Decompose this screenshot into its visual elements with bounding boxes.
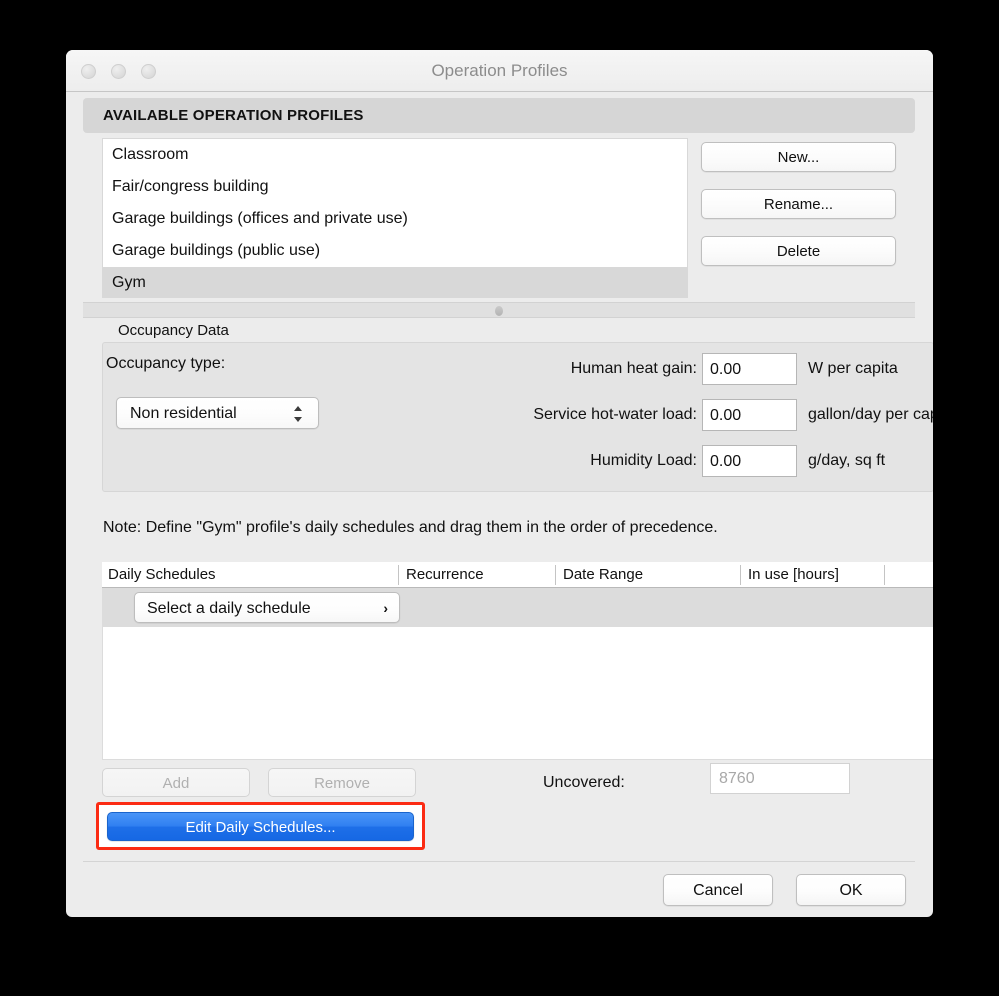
operation-profiles-window: Operation Profiles AVAILABLE OPERATION P…	[66, 50, 933, 917]
human-heat-gain-input[interactable]: 0.00	[702, 353, 797, 385]
human-heat-gain-unit: W per capita	[808, 360, 898, 377]
list-item-label: Classroom	[112, 146, 189, 163]
column-header-daily-schedules[interactable]: Daily Schedules	[102, 562, 216, 588]
available-profiles-header-label: AVAILABLE OPERATION PROFILES	[103, 107, 364, 124]
footer-divider	[83, 861, 915, 862]
service-hot-water-load-input[interactable]: 0.00	[702, 399, 797, 431]
new-profile-button[interactable]: New...	[701, 142, 896, 172]
window-title: Operation Profiles	[431, 61, 568, 80]
humidity-load-row: Humidity Load: 0.00 g/day, sq ft	[102, 445, 933, 477]
list-item[interactable]: Garage buildings (offices and private us…	[103, 203, 687, 235]
cancel-button[interactable]: Cancel	[663, 874, 773, 906]
column-divider[interactable]	[884, 565, 885, 585]
column-divider[interactable]	[398, 565, 399, 585]
add-schedule-button[interactable]: Add	[102, 768, 250, 797]
list-item-label: Gym	[112, 274, 146, 291]
schedules-table-body[interactable]	[102, 627, 933, 760]
available-profiles-header: AVAILABLE OPERATION PROFILES	[83, 98, 915, 133]
select-daily-schedule-label: Select a daily schedule	[147, 600, 311, 617]
list-item-label: Garage buildings (offices and private us…	[112, 210, 408, 227]
splitter-handle-icon[interactable]	[495, 306, 503, 316]
window-titlebar: Operation Profiles	[66, 50, 933, 92]
service-hot-water-load-row: Service hot-water load: 0.00 gallon/day …	[102, 399, 933, 431]
humidity-load-input[interactable]: 0.00	[702, 445, 797, 477]
service-hot-water-load-label: Service hot-water load:	[533, 406, 697, 423]
column-divider[interactable]	[740, 565, 741, 585]
list-item[interactable]: Classroom	[103, 139, 687, 171]
delete-profile-button[interactable]: Delete	[701, 236, 896, 266]
uncovered-value-field: 8760	[710, 763, 850, 794]
occupancy-data-group-title: Occupancy Data	[118, 322, 229, 339]
column-header-date-range[interactable]: Date Range	[557, 562, 643, 588]
profiles-list[interactable]: Classroom Fair/congress building Garage …	[102, 138, 688, 298]
humidity-load-unit: g/day, sq ft	[808, 452, 886, 469]
schedules-table-header: Daily Schedules Recurrence Date Range In…	[102, 562, 933, 588]
edit-daily-schedules-button[interactable]: Edit Daily Schedules...	[107, 812, 414, 841]
pane-splitter[interactable]	[83, 302, 915, 318]
remove-schedule-button[interactable]: Remove	[268, 768, 416, 797]
list-item[interactable]: Fair/congress building	[103, 171, 687, 203]
human-heat-gain-row: Human heat gain: 0.00 W per capita	[102, 353, 933, 385]
schedules-picker-row: Select a daily schedule ›	[102, 588, 933, 627]
ok-button[interactable]: OK	[796, 874, 906, 906]
chevron-right-icon: ›	[383, 600, 388, 616]
list-item-selected[interactable]: Gym	[103, 267, 687, 297]
list-item-label: Fair/congress building	[112, 178, 269, 195]
humidity-load-label: Humidity Load:	[590, 452, 697, 469]
uncovered-label: Uncovered:	[543, 774, 625, 791]
precedence-note: Note: Define "Gym" profile's daily sched…	[103, 519, 718, 536]
list-item[interactable]: Garage buildings (public use)	[103, 235, 687, 267]
list-item-label: Garage buildings (public use)	[112, 242, 321, 259]
rename-profile-button[interactable]: Rename...	[701, 189, 896, 219]
column-divider[interactable]	[555, 565, 556, 585]
column-header-in-use-hours[interactable]: In use [hours]	[742, 562, 839, 588]
service-hot-water-load-unit: gallon/day per capita	[808, 406, 933, 423]
human-heat-gain-label: Human heat gain:	[570, 360, 697, 377]
select-daily-schedule-button[interactable]: Select a daily schedule ›	[134, 592, 400, 623]
column-header-recurrence[interactable]: Recurrence	[400, 562, 484, 588]
